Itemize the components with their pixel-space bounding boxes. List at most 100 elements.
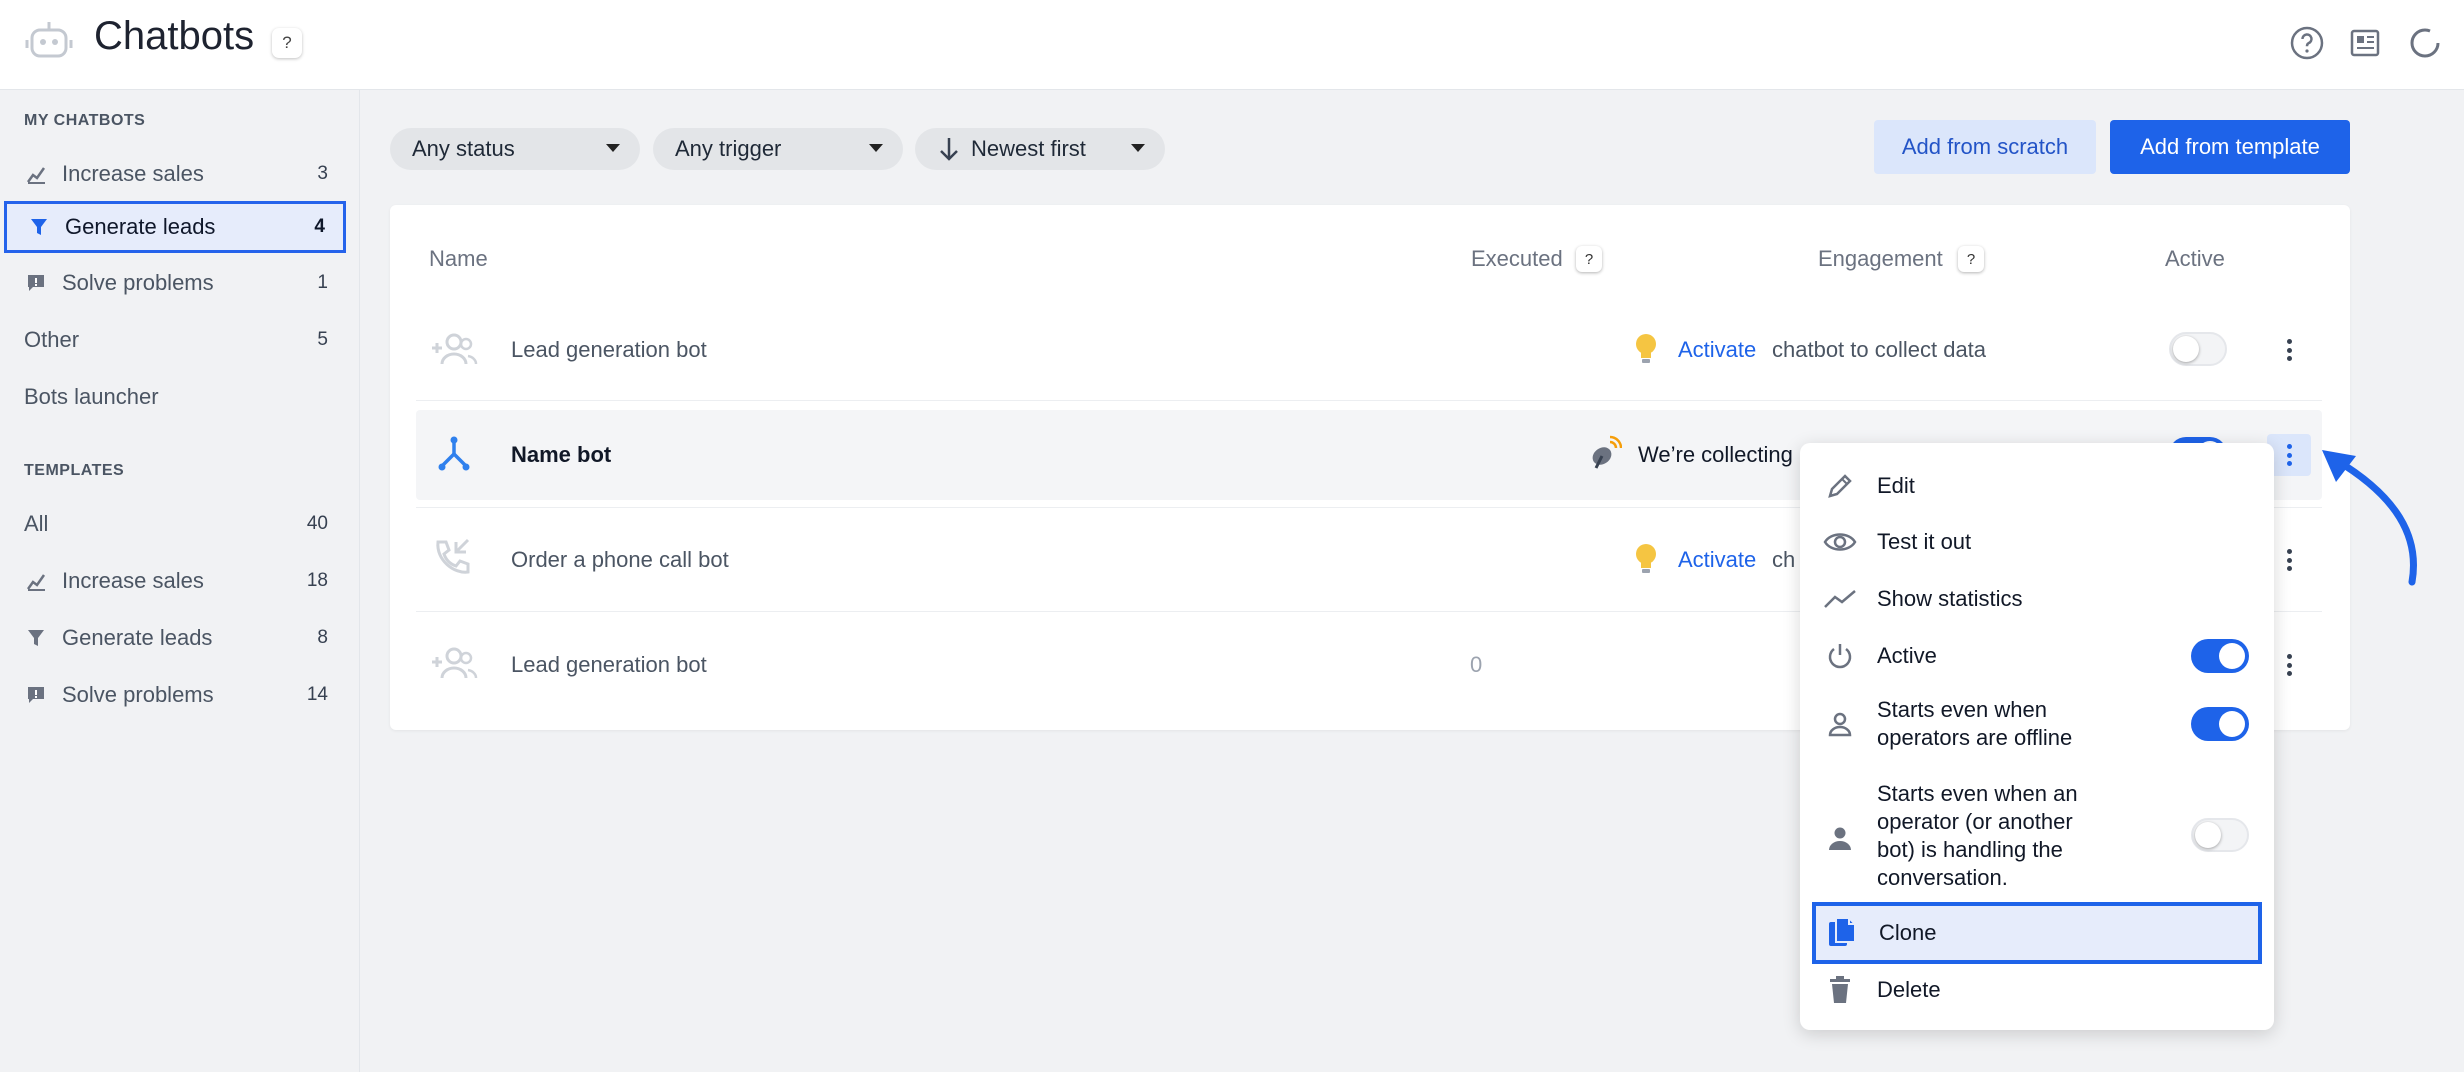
menu-active-toggle[interactable]	[2191, 639, 2249, 673]
engagement-help-button[interactable]: ?	[1958, 246, 1984, 272]
more-options-icon[interactable]	[2279, 545, 2299, 575]
menu-item-label: Show statistics	[1877, 586, 2023, 611]
sidebar-item-other[interactable]: Other 5	[0, 314, 346, 366]
sidebar-item-count: 14	[306, 684, 328, 705]
sidebar-item-label: Solve problems	[62, 682, 214, 707]
bot-name[interactable]: Lead generation bot	[511, 652, 707, 678]
sidebar-item-increase-sales[interactable]: Increase sales 3	[0, 148, 346, 200]
active-toggle[interactable]	[2169, 332, 2227, 366]
add-from-template-button[interactable]: Add from template	[2110, 120, 2350, 174]
sidebar-item-count: 18	[306, 570, 328, 591]
col-header-active: Active	[2165, 246, 2225, 271]
bot-name[interactable]: Order a phone call bot	[511, 547, 729, 573]
menu-item-label: Edit	[1877, 473, 1915, 498]
add-users-icon	[432, 647, 478, 679]
sidebar-item-count: 1	[317, 272, 328, 293]
page-title: Chatbots	[94, 14, 255, 58]
menu-item-statistics[interactable]: Show statistics	[1800, 579, 2274, 619]
more-options-icon[interactable]	[2279, 650, 2299, 680]
sidebar-item-count: 4	[314, 216, 325, 237]
caret-down-icon	[869, 144, 883, 152]
menu-item-label: Delete	[1877, 977, 1941, 1002]
loading-spinner-icon	[2410, 28, 2440, 58]
trigger-filter-value: Any trigger	[675, 136, 782, 161]
help-circle-icon[interactable]	[2288, 24, 2326, 62]
sidebar-item-templates-generate-leads[interactable]: Generate leads 8	[0, 612, 346, 664]
menu-item-label: Starts even when	[1877, 697, 2047, 722]
sidebar-item-bots-launcher[interactable]: Bots launcher	[0, 371, 346, 423]
menu-item-clone[interactable]: Clone	[1812, 902, 2262, 964]
menu-item-label: Clone	[1879, 920, 1937, 945]
add-from-scratch-button[interactable]: Add from scratch	[1874, 120, 2096, 174]
templates-heading: TEMPLATES	[24, 462, 125, 479]
phone-callback-icon	[436, 538, 470, 574]
more-options-icon[interactable]	[2279, 440, 2299, 470]
annotation-arrow-icon	[2322, 450, 2417, 586]
menu-item-label: operators are offline	[1877, 725, 2073, 750]
col-header-executed: Executed	[1471, 246, 1563, 271]
person-icon	[1822, 822, 1858, 854]
menu-item-delete[interactable]: Delete	[1800, 970, 2274, 1010]
sidebar-item-label: Generate leads	[62, 625, 213, 650]
copy-file-icon	[1824, 917, 1860, 949]
menu-handling-toggle[interactable]	[2191, 818, 2249, 852]
sidebar: MY CHATBOTS Increase sales 3 Generate le…	[0, 90, 360, 1072]
sort-dropdown[interactable]: Newest first	[915, 128, 1165, 170]
activate-link[interactable]: Activate	[1678, 547, 1756, 573]
bot-name[interactable]: Lead generation bot	[511, 337, 707, 363]
executed-help-button[interactable]: ?	[1576, 246, 1602, 272]
engagement-text: We’re collecting	[1638, 442, 1793, 467]
chat-alert-icon	[24, 271, 48, 295]
sidebar-item-generate-leads[interactable]: Generate leads 4	[4, 201, 346, 253]
person-outline-icon	[1822, 708, 1858, 740]
sort-value: Newest first	[971, 136, 1086, 161]
status-filter-value: Any status	[412, 136, 515, 161]
sidebar-item-label: Other	[24, 327, 80, 352]
caret-down-icon	[1131, 144, 1145, 152]
funnel-icon	[24, 626, 48, 650]
menu-item-test[interactable]: Test it out	[1800, 522, 2274, 562]
menu-item-label: conversation.	[1877, 865, 2008, 890]
sidebar-item-templates-all[interactable]: All 40	[0, 498, 346, 550]
engagement-text: chatbot to collect data	[1772, 337, 1987, 362]
satellite-icon	[1592, 435, 1622, 469]
sidebar-item-label: Bots launcher	[24, 384, 159, 409]
caret-down-icon	[606, 144, 620, 152]
menu-offline-toggle[interactable]	[2191, 707, 2249, 741]
add-users-icon	[432, 333, 478, 365]
more-options-icon[interactable]	[2279, 335, 2299, 365]
sidebar-item-count: 3	[317, 163, 328, 184]
sidebar-item-count: 40	[306, 513, 328, 534]
sidebar-item-label: Solve problems	[62, 270, 214, 295]
news-icon[interactable]	[2346, 24, 2384, 62]
trend-line-icon	[1822, 583, 1858, 615]
chart-icon	[24, 162, 48, 186]
activate-link[interactable]: Activate	[1678, 337, 1756, 363]
trash-icon	[1822, 974, 1858, 1006]
sidebar-item-templates-solve-problems[interactable]: Solve problems 14	[0, 669, 346, 721]
menu-item-label: bot) is handling the	[1877, 837, 2063, 862]
eye-icon	[1822, 526, 1858, 558]
title-help-button[interactable]: ?	[272, 28, 302, 58]
bot-name[interactable]: Name bot	[511, 442, 611, 468]
power-icon	[1822, 640, 1858, 672]
sidebar-item-label: Increase sales	[62, 161, 204, 186]
trigger-filter-dropdown[interactable]: Any trigger	[653, 128, 903, 170]
sidebar-item-label: All	[24, 511, 49, 536]
status-filter-dropdown[interactable]: Any status	[390, 128, 640, 170]
chart-icon	[24, 569, 48, 593]
funnel-icon	[27, 215, 51, 239]
menu-item-label: operator (or another	[1877, 809, 2073, 834]
menu-item-edit[interactable]: Edit	[1800, 466, 2274, 506]
sidebar-item-templates-increase-sales[interactable]: Increase sales 18	[0, 555, 346, 607]
chat-alert-icon	[24, 683, 48, 707]
my-chatbots-heading: MY CHATBOTS	[24, 112, 146, 129]
sidebar-item-count: 5	[317, 329, 328, 350]
menu-item-label: Active	[1877, 643, 1937, 668]
pencil-icon	[1822, 470, 1858, 502]
sidebar-item-label: Increase sales	[62, 568, 204, 593]
sidebar-item-count: 8	[317, 627, 328, 648]
menu-item-label: Test it out	[1877, 529, 1972, 554]
sidebar-item-solve-problems[interactable]: Solve problems 1	[0, 257, 346, 309]
row-divider	[416, 400, 2322, 401]
